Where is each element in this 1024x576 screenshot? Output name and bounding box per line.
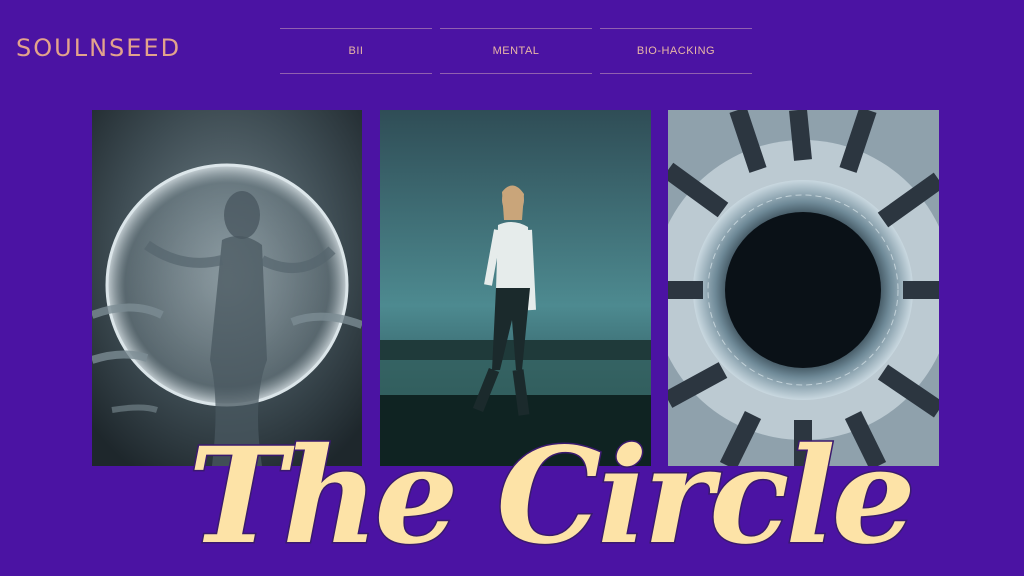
nav-item-mental[interactable]: MENTAL [440, 28, 592, 74]
hero-title-graphic: The Circle [187, 418, 917, 576]
brand-logo[interactable]: SOULNSEED [16, 34, 181, 62]
nav-item-bio-hacking[interactable]: BIO-HACKING [600, 28, 752, 74]
hero-title: The Circle [188, 419, 911, 574]
nav-item-bii[interactable]: BII [280, 28, 432, 74]
